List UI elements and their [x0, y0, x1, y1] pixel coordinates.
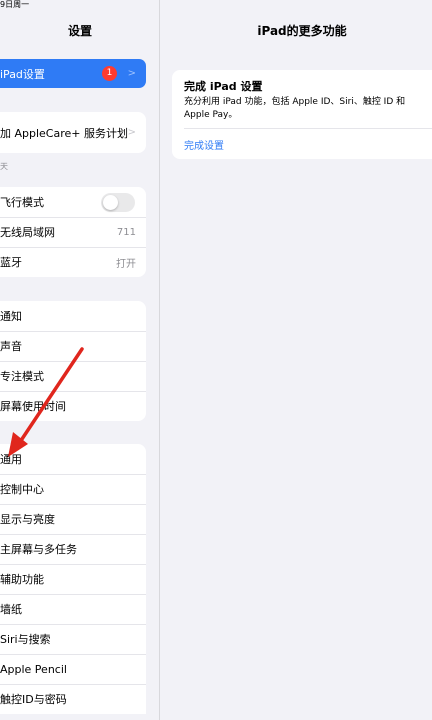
- sidebar-item-label: Apple Pencil: [0, 662, 67, 676]
- sidebar-item-label: Siri与搜索: [0, 633, 51, 646]
- divider: [184, 128, 432, 129]
- sidebar-item-label: 声音: [0, 340, 22, 353]
- sidebar-item-general[interactable]: 通用: [0, 444, 146, 474]
- sidebar-item-label: 触控ID与密码: [0, 693, 67, 706]
- sidebar-item-display[interactable]: 显示与亮度: [0, 504, 146, 534]
- chevron-right-icon: >: [127, 68, 136, 79]
- wifi-label: 无线局域网: [0, 226, 55, 239]
- applecare-item[interactable]: 加 AppleCare+ 服务计划 >: [0, 112, 146, 153]
- sidebar-item-screen-time[interactable]: 屏幕使用时间: [0, 391, 146, 421]
- sidebar-item-label: 通知: [0, 310, 22, 323]
- applecare-group: 加 AppleCare+ 服务计划 >: [0, 112, 146, 153]
- ipad-setup-label: iPad设置: [0, 67, 45, 81]
- finish-setup-link[interactable]: 完成设置: [184, 137, 224, 152]
- applecare-label: 加 AppleCare+ 服务计划: [0, 126, 128, 140]
- sidebar-item-label: 屏幕使用时间: [0, 400, 66, 413]
- sidebar-item-wallpaper[interactable]: 墙纸: [0, 594, 146, 624]
- settings-sidebar: 9日周一 设置 iPad设置 1 > 加 AppleCare+ 服务计划 > 天…: [0, 0, 160, 720]
- sidebar-item-bluetooth[interactable]: 蓝牙 打开: [0, 247, 146, 277]
- bluetooth-value: 打开: [116, 258, 136, 270]
- setup-card: 完成 iPad 设置 充分利用 iPad 功能，包括 Apple ID、Siri…: [172, 70, 432, 159]
- sidebar-item-label: 控制中心: [0, 483, 44, 496]
- general-group: 通用 控制中心 显示与亮度 主屏幕与多任务 辅助功能 墙纸 Siri与搜索 Ap…: [0, 444, 146, 714]
- network-group: 飞行模式 无线局域网 711 蓝牙 打开: [0, 187, 146, 277]
- sidebar-item-siri-search[interactable]: Siri与搜索: [0, 624, 146, 654]
- notification-badge: 1: [102, 66, 117, 81]
- setup-card-title: 完成 iPad 设置: [184, 80, 263, 93]
- sidebar-item-label: 专注模式: [0, 370, 44, 383]
- sidebar-item-sounds[interactable]: 声音: [0, 331, 146, 361]
- sidebar-item-label: 主屏幕与多任务: [0, 543, 77, 556]
- sidebar-item-touch-id[interactable]: 触控ID与密码: [0, 684, 146, 714]
- section-label: 天: [0, 162, 8, 171]
- toggle-knob: [103, 195, 118, 210]
- status-bar-date: 9日周一: [0, 0, 30, 9]
- notifications-group: 通知 声音 专注模式 屏幕使用时间: [0, 301, 146, 421]
- sidebar-item-control-center[interactable]: 控制中心: [0, 474, 146, 504]
- chevron-right-icon: >: [127, 127, 136, 138]
- detail-title: iPad的更多功能: [257, 24, 347, 38]
- sidebar-item-wifi[interactable]: 无线局域网 711: [0, 217, 146, 247]
- setup-card-description: 充分利用 iPad 功能，包括 Apple ID、Siri、触控 ID 和 Ap…: [184, 97, 406, 120]
- sidebar-item-accessibility[interactable]: 辅助功能: [0, 564, 146, 594]
- airplane-mode-label: 飞行模式: [0, 196, 44, 209]
- airplane-mode-toggle[interactable]: [101, 193, 135, 212]
- sidebar-item-apple-pencil[interactable]: Apple Pencil: [0, 654, 146, 684]
- sidebar-item-home-screen[interactable]: 主屏幕与多任务: [0, 534, 146, 564]
- sidebar-item-notifications[interactable]: 通知: [0, 301, 146, 331]
- sidebar-item-label: 墙纸: [0, 603, 22, 616]
- sidebar-item-focus[interactable]: 专注模式: [0, 361, 146, 391]
- ipad-setup-item[interactable]: iPad设置 1 >: [0, 59, 146, 88]
- bluetooth-label: 蓝牙: [0, 256, 22, 269]
- sidebar-item-label: 显示与亮度: [0, 513, 55, 526]
- sidebar-item-label: 通用: [0, 453, 22, 466]
- wifi-value: 711: [116, 226, 136, 238]
- sidebar-item-airplane-mode[interactable]: 飞行模式: [0, 187, 146, 217]
- sidebar-title: 设置: [67, 24, 92, 38]
- sidebar-item-label: 辅助功能: [0, 573, 44, 586]
